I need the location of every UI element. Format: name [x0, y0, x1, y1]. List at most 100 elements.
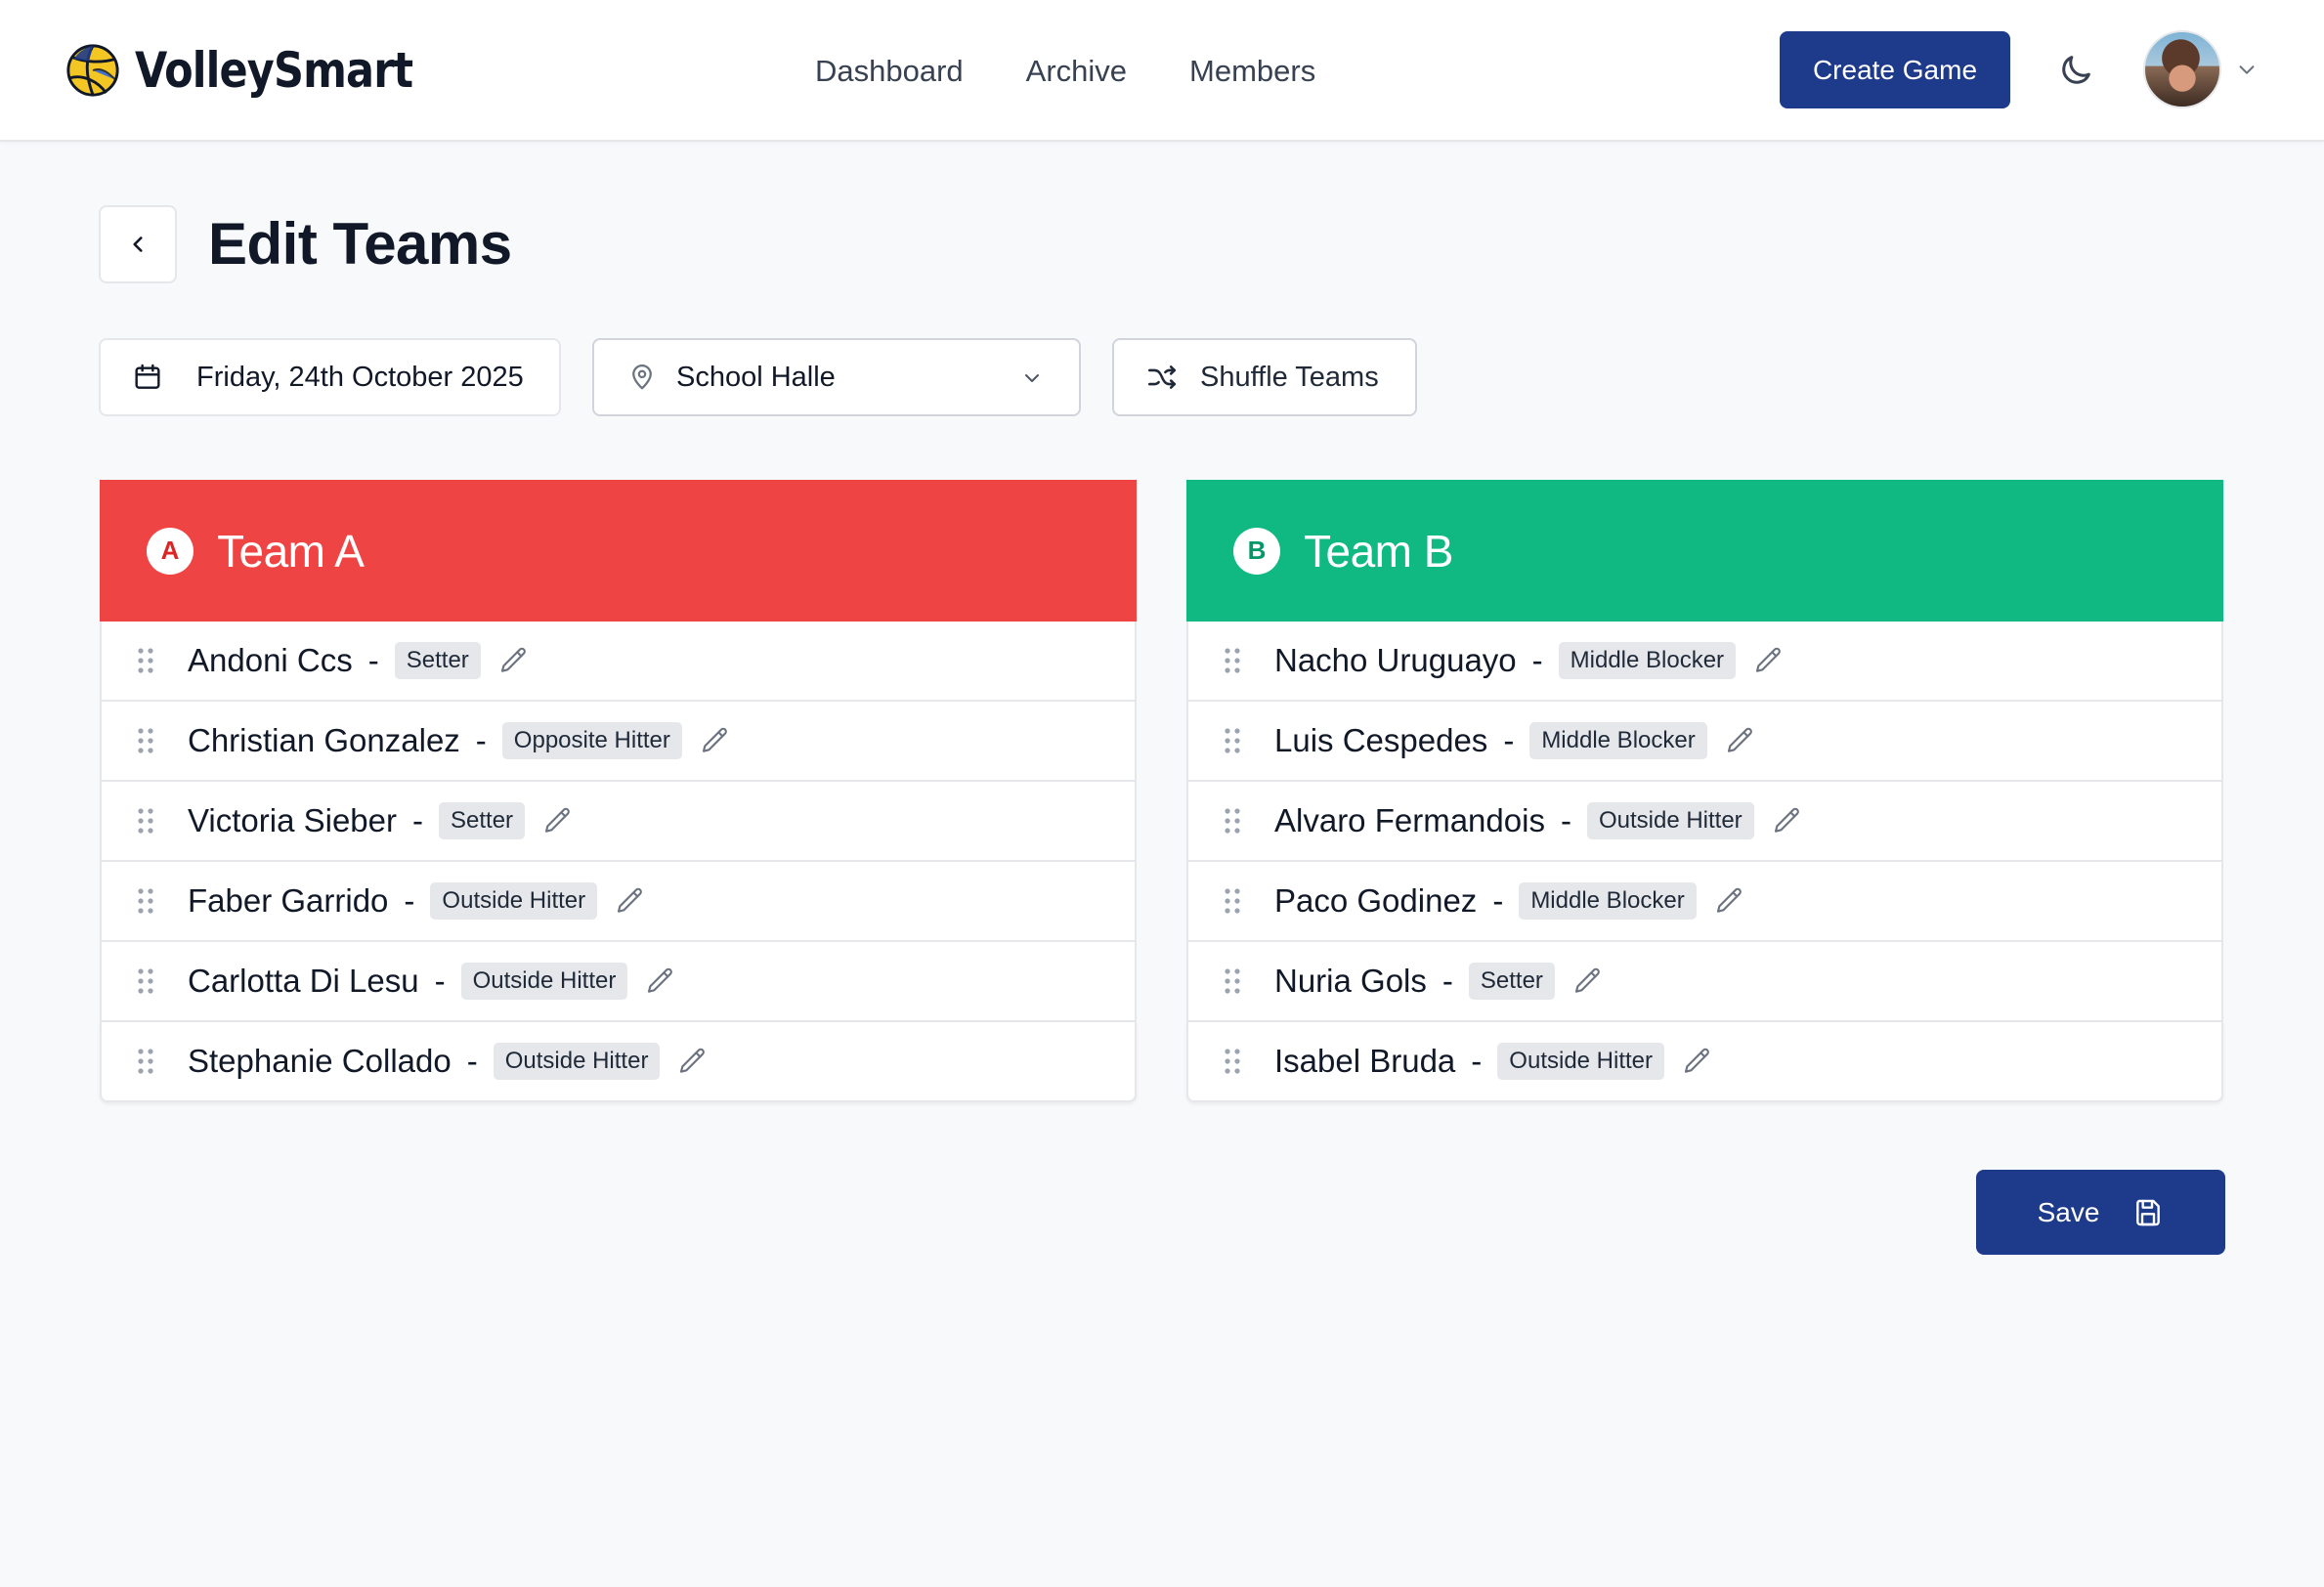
team-b-header: B Team B: [1186, 480, 2223, 622]
shuffle-teams-button[interactable]: Shuffle Teams: [1112, 338, 1417, 416]
pencil-icon[interactable]: [1725, 725, 1756, 756]
separator: -: [434, 963, 446, 999]
team-a-badge: A: [147, 527, 194, 575]
volleyball-logo-icon: [66, 44, 119, 97]
brand[interactable]: VolleySmart: [65, 39, 458, 102]
pencil-icon[interactable]: [677, 1046, 709, 1077]
player-row[interactable]: Alvaro Fermandois - Outside Hitter: [1186, 782, 2223, 862]
player-role-badge: Outside Hitter: [460, 963, 628, 1000]
player-role-badge: Opposite Hitter: [501, 722, 682, 759]
player-row[interactable]: Paco Godinez - Middle Blocker: [1186, 862, 2223, 942]
player-name: Isabel Bruda: [1274, 1043, 1456, 1079]
player-name: Nuria Gols: [1274, 963, 1427, 999]
chevron-down-icon: [1025, 374, 1039, 382]
grip-vertical-icon[interactable]: [137, 727, 154, 754]
back-button[interactable]: [99, 205, 177, 283]
save-button[interactable]: Save: [1976, 1170, 2225, 1255]
pencil-icon[interactable]: [1682, 1046, 1713, 1077]
grip-vertical-icon[interactable]: [137, 887, 154, 915]
player-row[interactable]: Nacho Uruguayo - Middle Blocker: [1186, 622, 2223, 702]
grip-vertical-icon[interactable]: [137, 647, 154, 674]
grip-vertical-icon[interactable]: [1224, 1048, 1241, 1075]
pencil-icon[interactable]: [1572, 965, 1604, 997]
shuffle-label: Shuffle Teams: [1200, 361, 1379, 393]
player-role-badge: Setter: [394, 642, 481, 679]
save-label: Save: [2037, 1196, 2100, 1227]
date-text: Friday, 24th October 2025: [196, 361, 524, 393]
shuffle-icon: [1147, 365, 1177, 389]
grip-vertical-icon[interactable]: [1224, 727, 1241, 754]
nav-dashboard[interactable]: Dashboard: [815, 47, 964, 96]
location-value: School Halle: [676, 361, 836, 393]
main-nav: Dashboard Archive Members: [815, 47, 1315, 96]
separator: -: [1560, 802, 1571, 838]
team-b-player-list: Nacho Uruguayo - Middle Blocker Luis Ces…: [1186, 622, 2223, 1102]
player-row[interactable]: Christian Gonzalez - Opposite Hitter: [100, 702, 1137, 782]
player-role-badge: Middle Blocker: [1558, 642, 1737, 679]
player-role-badge: Outside Hitter: [493, 1043, 661, 1080]
player-name: Luis Cespedes: [1274, 722, 1488, 758]
location-select[interactable]: School Halle: [592, 338, 1081, 416]
pencil-icon[interactable]: [1772, 805, 1803, 836]
date-display[interactable]: Friday, 24th October 2025: [99, 338, 561, 416]
pencil-icon[interactable]: [1714, 885, 1745, 917]
team-a-header: A Team A: [100, 480, 1137, 622]
grip-vertical-icon[interactable]: [1224, 807, 1241, 835]
page-title: Edit Teams: [208, 211, 512, 277]
user-avatar[interactable]: [2143, 30, 2221, 108]
player-name: Stephanie Collado: [188, 1043, 452, 1079]
team-a-name: Team A: [217, 525, 365, 577]
grip-vertical-icon[interactable]: [1224, 967, 1241, 995]
grip-vertical-icon[interactable]: [1224, 647, 1241, 674]
player-row[interactable]: Nuria Gols - Setter: [1186, 942, 2223, 1022]
pencil-icon[interactable]: [645, 965, 676, 997]
player-role-badge: Setter: [1468, 963, 1555, 1000]
chevron-left-icon: [133, 236, 143, 252]
pencil-icon[interactable]: [498, 645, 530, 676]
create-game-button[interactable]: Create Game: [1780, 31, 2010, 108]
player-row[interactable]: Carlotta Di Lesu - Outside Hitter: [100, 942, 1137, 1022]
player-row[interactable]: Stephanie Collado - Outside Hitter: [100, 1022, 1137, 1102]
separator: -: [404, 882, 415, 919]
player-row[interactable]: Faber Garrido - Outside Hitter: [100, 862, 1137, 942]
player-role-badge: Outside Hitter: [1586, 802, 1754, 839]
player-row[interactable]: Luis Cespedes - Middle Blocker: [1186, 702, 2223, 782]
player-name: Alvaro Fermandois: [1274, 802, 1545, 838]
chevron-down-icon[interactable]: [2236, 59, 2258, 80]
team-b-badge: B: [1233, 527, 1280, 575]
nav-members[interactable]: Members: [1189, 47, 1315, 96]
grip-vertical-icon[interactable]: [137, 807, 154, 835]
separator: -: [1471, 1043, 1483, 1079]
nav-archive[interactable]: Archive: [1026, 47, 1127, 96]
separator: -: [1503, 722, 1515, 758]
player-row[interactable]: Victoria Sieber - Setter: [100, 782, 1137, 862]
save-icon: [2136, 1199, 2161, 1225]
moon-icon[interactable]: [2056, 51, 2095, 90]
team-b-card: B Team B Nacho Uruguayo - Middle Blocker…: [1186, 480, 2223, 1102]
team-a-player-list: Andoni Ccs - Setter Christian Gonzalez -…: [100, 622, 1137, 1102]
player-name: Nacho Uruguayo: [1274, 642, 1517, 678]
separator: -: [1442, 963, 1453, 999]
player-name: Christian Gonzalez: [188, 722, 460, 758]
separator: -: [367, 642, 379, 678]
player-name: Victoria Sieber: [188, 802, 398, 838]
player-role-badge: Setter: [439, 802, 526, 839]
pencil-icon[interactable]: [700, 725, 731, 756]
player-role-badge: Outside Hitter: [1497, 1043, 1665, 1080]
top-navigation-bar: VolleySmart Dashboard Archive Members Cr…: [0, 0, 2324, 142]
player-role-badge: Middle Blocker: [1529, 722, 1707, 759]
grip-vertical-icon[interactable]: [137, 1048, 154, 1075]
brand-name: VolleySmart: [135, 42, 413, 99]
player-row[interactable]: Isabel Bruda - Outside Hitter: [1186, 1022, 2223, 1102]
pencil-icon[interactable]: [542, 805, 574, 836]
map-pin-icon: [632, 365, 652, 390]
player-role-badge: Outside Hitter: [430, 882, 598, 920]
grip-vertical-icon[interactable]: [137, 967, 154, 995]
separator: -: [475, 722, 487, 758]
pencil-icon[interactable]: [1753, 645, 1785, 676]
grip-vertical-icon[interactable]: [1224, 887, 1241, 915]
team-a-card: A Team A Andoni Ccs - Setter Christian G…: [100, 480, 1137, 1102]
player-row[interactable]: Andoni Ccs - Setter: [100, 622, 1137, 702]
pencil-icon[interactable]: [615, 885, 646, 917]
separator: -: [412, 802, 424, 838]
